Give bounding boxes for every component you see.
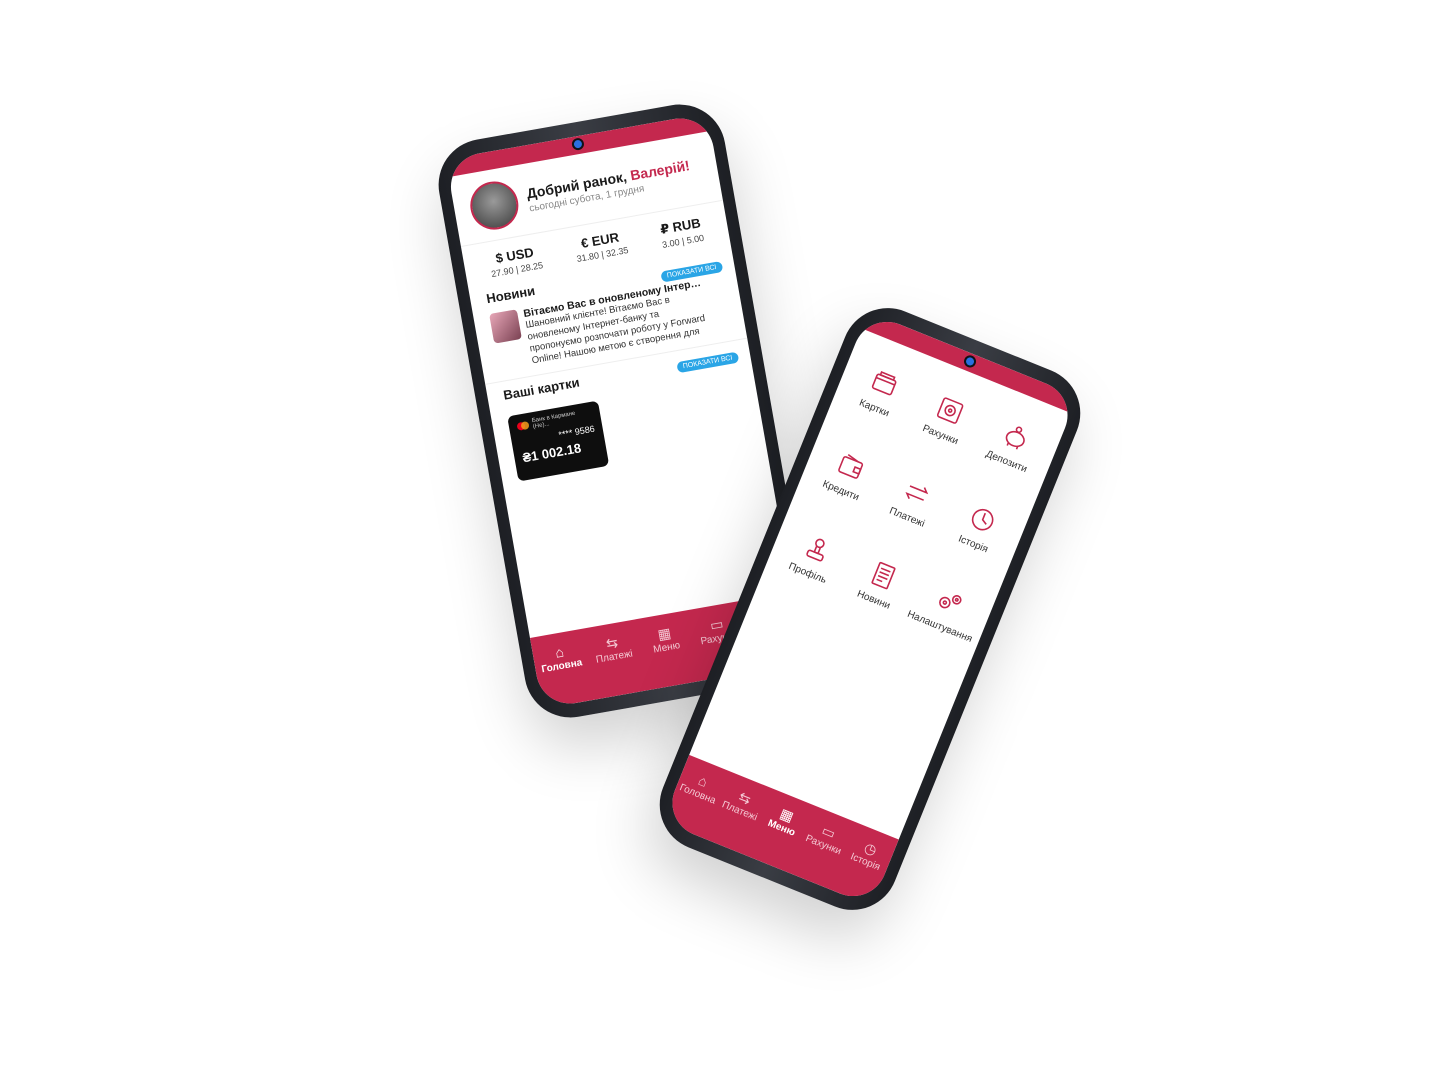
piggy-bank-icon xyxy=(1006,426,1026,450)
transfer-icon xyxy=(905,485,929,501)
cards-icon xyxy=(871,370,897,396)
rate-eur[interactable]: € EUR 31.80 | 32.35 xyxy=(573,228,629,265)
home-icon: ⌂ xyxy=(553,643,566,661)
avatar[interactable] xyxy=(466,177,523,234)
profile-icon xyxy=(805,538,825,562)
camera-icon xyxy=(964,356,976,367)
gears-icon xyxy=(939,595,962,609)
rate-rub[interactable]: ₽ RUB 3.00 | 5.00 xyxy=(658,215,705,250)
menu-item-settings[interactable]: Налаштування xyxy=(905,575,989,645)
news-thumbnail xyxy=(489,309,522,344)
newspaper-icon xyxy=(871,561,896,590)
nav-menu[interactable]: ▦ Меню xyxy=(636,620,693,658)
nav-payments[interactable]: ⇆ Платежі xyxy=(584,629,641,667)
nav-history[interactable]: ◷ Історія xyxy=(842,832,895,876)
wallet-icon xyxy=(837,453,863,479)
nav-label: Головна xyxy=(540,657,584,676)
menu-item-deposits[interactable]: Депозити xyxy=(971,410,1055,480)
bottom-nav: ⌂ Головна ⇆ Платежі ▦ Меню ▭ Рахунки ◷ І… xyxy=(662,754,899,907)
safe-icon xyxy=(936,397,964,424)
camera-icon xyxy=(573,139,583,149)
transfer-icon: ⇆ xyxy=(604,633,620,652)
mastercard-icon xyxy=(516,421,529,431)
menu-item-history[interactable]: Історія xyxy=(938,493,1022,563)
rate-usd[interactable]: $ USD 27.90 | 28.25 xyxy=(488,243,544,280)
nav-label: Платежі xyxy=(595,648,634,666)
bank-card[interactable]: Банк в Кармане (Не)... **** 9586 ₴1 002.… xyxy=(507,400,610,482)
nav-home[interactable]: ⌂ Головна xyxy=(532,639,589,677)
clock-icon xyxy=(972,509,994,531)
nav-label: Меню xyxy=(652,640,682,656)
